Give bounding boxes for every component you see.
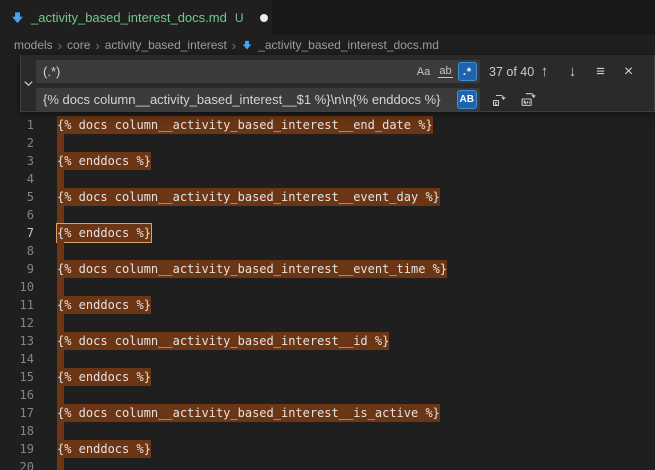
editor-lines: 1{% docs column__activity_based_interest… <box>0 55 655 470</box>
empty-line-match <box>57 350 64 368</box>
editor-line[interactable]: 13{% docs column__activity_based_interes… <box>0 332 655 350</box>
editor-line[interactable]: 10 <box>0 278 655 296</box>
whole-word-toggle[interactable]: ab <box>436 62 455 81</box>
breadcrumb-item-file[interactable]: _activity_based_interest_docs.md <box>241 38 439 52</box>
editor-line[interactable]: 8 <box>0 242 655 260</box>
line-number: 7 <box>0 224 57 242</box>
line-number: 12 <box>0 314 57 332</box>
line-number: 6 <box>0 206 57 224</box>
find-match: {% docs column__activity_based_interest_… <box>57 332 389 350</box>
breadcrumb-separator: › <box>95 38 99 53</box>
tab-bar: _activity_based_interest_docs.md U <box>0 0 655 35</box>
replace-input[interactable]: {% docs column__activity_based_interest_… <box>36 88 480 111</box>
preserve-case-toggle[interactable]: AB <box>457 90 477 109</box>
editor-line[interactable]: 3{% enddocs %} <box>0 152 655 170</box>
breadcrumb-separator: › <box>232 38 236 53</box>
git-status-badge: U <box>235 11 244 25</box>
line-number: 8 <box>0 242 57 260</box>
editor[interactable]: 1{% docs column__activity_based_interest… <box>0 55 655 470</box>
modified-dot[interactable] <box>260 14 268 22</box>
editor-line[interactable]: 19{% enddocs %} <box>0 440 655 458</box>
editor-line[interactable]: 12 <box>0 314 655 332</box>
whole-word-label: ab <box>438 65 452 78</box>
line-number: 11 <box>0 296 57 314</box>
find-match: {% enddocs %} <box>57 368 151 386</box>
editor-line[interactable]: 7{% enddocs %} <box>0 224 655 242</box>
line-number: 16 <box>0 386 57 404</box>
breadcrumb-item-core[interactable]: core <box>67 38 90 52</box>
match-case-toggle[interactable]: Aa <box>414 62 433 81</box>
line-number: 4 <box>0 170 57 188</box>
regex-toggle[interactable]: .* <box>458 62 477 81</box>
find-match: {% enddocs %} <box>57 440 151 458</box>
line-number: 18 <box>0 422 57 440</box>
replace-button[interactable] <box>490 91 507 108</box>
replace-all-button[interactable] <box>520 91 537 108</box>
tab-active-file[interactable]: _activity_based_interest_docs.md U <box>0 0 272 35</box>
editor-line[interactable]: 1{% docs column__activity_based_interest… <box>0 116 655 134</box>
empty-line-match <box>57 242 64 260</box>
markdown-file-icon <box>10 10 25 25</box>
line-number: 1 <box>0 116 57 134</box>
chevron-down-icon <box>23 78 34 89</box>
match-count: 37 of 40 <box>489 65 534 79</box>
toggle-replace-chevron[interactable] <box>21 55 36 111</box>
editor-line[interactable]: 6 <box>0 206 655 224</box>
line-number: 19 <box>0 440 57 458</box>
empty-line-match <box>57 458 64 470</box>
editor-line[interactable]: 15{% enddocs %} <box>0 368 655 386</box>
editor-line[interactable]: 20 <box>0 458 655 470</box>
editor-line[interactable]: 17{% docs column__activity_based_interes… <box>0 404 655 422</box>
breadcrumb-item-activity-based-interest[interactable]: activity_based_interest <box>105 38 227 52</box>
empty-line-match <box>57 386 64 404</box>
line-number: 9 <box>0 260 57 278</box>
editor-line[interactable]: 5{% docs column__activity_based_interest… <box>0 188 655 206</box>
find-match: {% docs column__activity_based_interest_… <box>57 260 447 278</box>
previous-match-button[interactable]: ↑ <box>536 63 553 80</box>
find-match: {% docs column__activity_based_interest_… <box>57 188 440 206</box>
line-number: 3 <box>0 152 57 170</box>
find-in-selection-button[interactable]: ≡ <box>592 63 609 80</box>
empty-line-match <box>57 278 64 296</box>
breadcrumb-item-models[interactable]: models <box>14 38 53 52</box>
next-match-button[interactable]: ↓ <box>564 63 581 80</box>
empty-line-match <box>57 422 64 440</box>
breadcrumb: models › core › activity_based_interest … <box>0 35 655 55</box>
editor-line[interactable]: 2 <box>0 134 655 152</box>
editor-line[interactable]: 14 <box>0 350 655 368</box>
line-number: 2 <box>0 134 57 152</box>
find-match: {% enddocs %} <box>57 296 151 314</box>
replace-input-value: {% docs column__activity_based_interest_… <box>43 92 453 107</box>
find-match: {% enddocs %} <box>57 152 151 170</box>
find-input-value: (.*) <box>43 64 410 79</box>
line-number: 20 <box>0 458 57 470</box>
find-input[interactable]: (.*) Aa ab .* <box>36 60 480 83</box>
line-number: 5 <box>0 188 57 206</box>
find-match: {% docs column__activity_based_interest_… <box>57 404 440 422</box>
line-number: 15 <box>0 368 57 386</box>
find-match: {% docs column__activity_based_interest_… <box>57 116 433 134</box>
find-replace-widget: (.*) Aa ab .* 37 of 40 ↑ ↓ ≡ × {% docs c… <box>20 55 655 112</box>
line-number: 17 <box>0 404 57 422</box>
editor-line[interactable]: 18 <box>0 422 655 440</box>
line-number: 10 <box>0 278 57 296</box>
empty-line-match <box>57 134 64 152</box>
editor-line[interactable]: 9{% docs column__activity_based_interest… <box>0 260 655 278</box>
markdown-file-icon <box>241 39 253 51</box>
editor-line[interactable]: 4 <box>0 170 655 188</box>
breadcrumb-separator: › <box>58 38 62 53</box>
editor-line[interactable]: 11{% enddocs %} <box>0 296 655 314</box>
line-number: 13 <box>0 332 57 350</box>
current-find-match: {% enddocs %} <box>57 224 151 242</box>
editor-line[interactable]: 16 <box>0 386 655 404</box>
empty-line-match <box>57 314 64 332</box>
close-find-widget-button[interactable]: × <box>620 63 637 80</box>
line-number: 14 <box>0 350 57 368</box>
empty-line-match <box>57 206 64 224</box>
empty-line-match <box>57 170 64 188</box>
tab-filename: _activity_based_interest_docs.md <box>31 10 227 25</box>
breadcrumb-file-label: _activity_based_interest_docs.md <box>258 38 439 52</box>
